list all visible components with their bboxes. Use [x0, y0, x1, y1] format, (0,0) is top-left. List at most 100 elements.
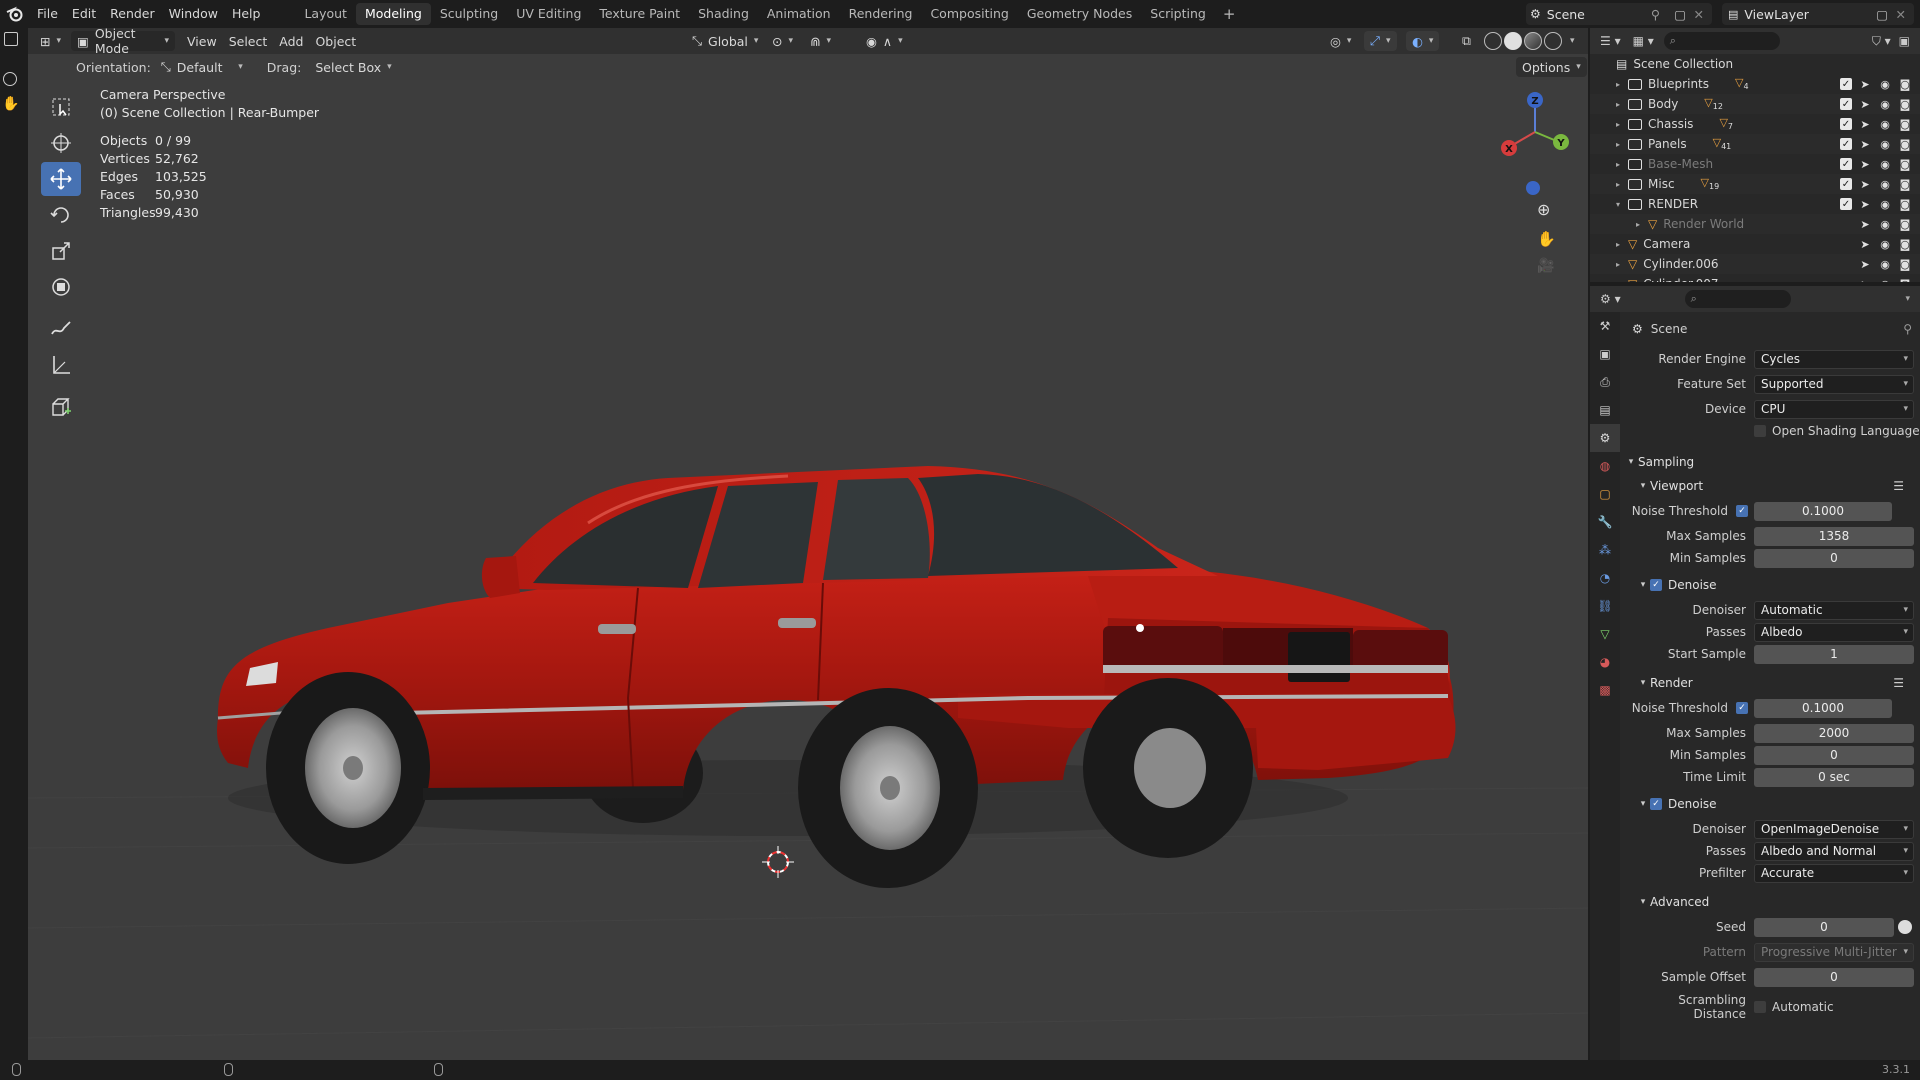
new-scene-icon[interactable]: ▢ — [1674, 7, 1686, 22]
blender-logo-icon[interactable] — [0, 0, 30, 28]
r-time-limit-field[interactable]: 0 sec — [1754, 767, 1914, 787]
camera-render-icon[interactable]: ◙ — [1898, 278, 1912, 283]
vp-noise-threshold-checkbox[interactable]: ✓ — [1736, 505, 1748, 517]
r-min-samples-field[interactable]: 0 — [1754, 745, 1914, 765]
menu-file[interactable]: File — [30, 0, 65, 28]
select-arrow-icon[interactable]: ➤ — [1858, 278, 1872, 283]
transform-tool[interactable] — [41, 270, 81, 304]
r-passes-dropdown[interactable]: Albedo and Normal ▾ — [1754, 841, 1914, 861]
tab-output[interactable]: ⎙ — [1590, 368, 1620, 396]
menu-help[interactable]: Help — [225, 0, 268, 28]
tab-compositing[interactable]: Compositing — [921, 3, 1017, 25]
eye-icon[interactable]: ◉ — [1878, 158, 1892, 171]
camera-render-icon[interactable]: ◙ — [1898, 158, 1912, 171]
tab-constraints[interactable]: ⛓ — [1590, 592, 1620, 620]
outliner-row[interactable]: ▸ Panels ▽41 ✓ ➤ ◉ ◙ — [1590, 134, 1920, 154]
outliner-row[interactable]: ▸ Base-Mesh ✓ ➤ ◉ ◙ — [1590, 154, 1920, 174]
viewport-scene[interactable] — [28, 28, 1588, 1060]
device-dropdown[interactable]: CPU ▾ — [1754, 399, 1914, 419]
expand-arrow-icon[interactable]: ▸ — [1632, 220, 1644, 229]
camera-render-icon[interactable]: ◙ — [1898, 98, 1912, 111]
select-arrow-icon[interactable]: ➤ — [1858, 138, 1872, 151]
select-arrow-icon[interactable]: ➤ — [1858, 198, 1872, 211]
close-icon[interactable]: ✕ — [1694, 7, 1704, 22]
scene-selector[interactable]: ⚙ Scene ⚲ ▢ ✕ — [1526, 3, 1712, 25]
r-denoise-checkbox[interactable]: ✓ — [1650, 798, 1662, 810]
select-arrow-icon[interactable]: ➤ — [1858, 158, 1872, 171]
vp-max-samples-field[interactable]: 1358 — [1754, 526, 1914, 546]
measure-tool[interactable] — [41, 348, 81, 382]
vp-passes-dropdown[interactable]: Albedo ▾ — [1754, 622, 1914, 642]
tab-layout[interactable]: Layout — [295, 3, 356, 25]
vp-denoise-checkbox[interactable]: ✓ — [1650, 579, 1662, 591]
camera-view-icon[interactable]: 🎥 — [1537, 258, 1554, 274]
sample-offset-field[interactable]: 0 — [1754, 967, 1914, 987]
eye-icon[interactable]: ◉ — [1878, 258, 1892, 271]
vp-noise-threshold-field[interactable]: 0.1000 — [1754, 501, 1892, 521]
vp-start-sample-field[interactable]: 1 — [1754, 644, 1914, 664]
expand-arrow-icon[interactable]: ▸ — [1612, 180, 1624, 189]
menu-render[interactable]: Render — [103, 0, 162, 28]
select-arrow-icon[interactable]: ➤ — [1858, 178, 1872, 191]
eye-icon[interactable]: ◉ — [1878, 138, 1892, 151]
select-arrow-icon[interactable]: ➤ — [1858, 98, 1872, 111]
expand-arrow-icon[interactable]: ▸ — [1612, 120, 1624, 129]
eye-icon[interactable]: ◉ — [1878, 98, 1892, 111]
exclude-checkbox[interactable]: ✓ — [1840, 118, 1852, 130]
expand-arrow-icon[interactable]: ▾ — [1612, 200, 1624, 209]
select-box-tool[interactable] — [41, 90, 81, 124]
properties-options-icon[interactable]: ▾ — [1905, 294, 1910, 304]
rotate-tool[interactable] — [41, 198, 81, 232]
outliner-row[interactable]: ▸ Misc ▽19 ✓ ➤ ◉ ◙ — [1590, 174, 1920, 194]
pin-icon[interactable]: ⚲ — [1651, 7, 1660, 22]
eye-icon[interactable]: ◉ — [1878, 78, 1892, 91]
menu-window[interactable]: Window — [162, 0, 225, 28]
add-cube-tool[interactable] — [41, 390, 81, 424]
camera-render-icon[interactable]: ◙ — [1898, 198, 1912, 211]
tab-scripting[interactable]: Scripting — [1141, 3, 1215, 25]
outliner-row[interactable]: ▸ ▽ Render World ➤ ◉ ◙ — [1590, 214, 1920, 234]
outliner-row[interactable]: ▸ ▽ Camera ➤ ◉ ◙ — [1590, 234, 1920, 254]
close-icon[interactable]: ✕ — [1896, 7, 1906, 22]
3d-viewport[interactable]: ⊞ ▾ ▣ Object Mode ▾ View Select Add Object… — [28, 28, 1588, 1060]
r-noise-threshold-checkbox[interactable]: ✓ — [1736, 702, 1748, 714]
tab-shading[interactable]: Shading — [689, 3, 758, 25]
eye-icon[interactable]: ◉ — [1878, 218, 1892, 231]
select-arrow-icon[interactable]: ➤ — [1858, 118, 1872, 131]
camera-render-icon[interactable]: ◙ — [1898, 218, 1912, 231]
seed-field[interactable]: 0 — [1754, 917, 1894, 937]
eye-icon[interactable]: ◉ — [1878, 278, 1892, 283]
tab-rendering[interactable]: Rendering — [840, 3, 922, 25]
navigation-gizmo[interactable]: Z X Y ⊕ ✋ 🎥 — [1493, 86, 1583, 296]
pin-icon[interactable]: ⚲ — [1903, 322, 1912, 336]
osl-checkbox[interactable] — [1754, 425, 1766, 437]
outliner-row[interactable]: ▸ ▽ Cylinder.006 ➤ ◉ ◙ — [1590, 254, 1920, 274]
move-tool[interactable] — [41, 162, 81, 196]
tab-view-layer[interactable]: ▤ — [1590, 396, 1620, 424]
outliner-row[interactable]: ▸ ▽ Cylinder.007 ➤ ◉ ◙ — [1590, 274, 1920, 282]
outliner-search-input[interactable]: ⌕ — [1663, 32, 1780, 50]
annotate-icon[interactable] — [3, 72, 17, 86]
outliner-row[interactable]: ▸ Chassis ▽7 ✓ ➤ ◉ ◙ — [1590, 114, 1920, 134]
tab-tool[interactable]: ⚒ — [1590, 312, 1620, 340]
eye-icon[interactable]: ◉ — [1878, 238, 1892, 251]
exclude-checkbox[interactable]: ✓ — [1840, 98, 1852, 110]
tab-geometry-nodes[interactable]: Geometry Nodes — [1018, 3, 1141, 25]
menu-edit[interactable]: Edit — [65, 0, 103, 28]
cursor-tool[interactable] — [41, 126, 81, 160]
exclude-checkbox[interactable]: ✓ — [1840, 198, 1852, 210]
camera-render-icon[interactable]: ◙ — [1898, 238, 1912, 251]
tab-uv-editing[interactable]: UV Editing — [507, 3, 590, 25]
camera-render-icon[interactable]: ◙ — [1898, 118, 1912, 131]
exclude-checkbox[interactable]: ✓ — [1840, 78, 1852, 90]
tab-texture-paint[interactable]: Texture Paint — [590, 3, 689, 25]
tab-sculpting[interactable]: Sculpting — [431, 3, 507, 25]
tab-render[interactable]: ▣ — [1590, 340, 1620, 368]
expand-arrow-icon[interactable]: ▸ — [1612, 280, 1624, 283]
eye-icon[interactable]: ◉ — [1878, 118, 1892, 131]
editor-type-icon[interactable] — [4, 32, 18, 46]
outliner-row[interactable]: ▾ RENDER ✓ ➤ ◉ ◙ — [1590, 194, 1920, 214]
r-prefilter-dropdown[interactable]: Accurate ▾ — [1754, 863, 1914, 883]
vp-denoise-subpanel-header[interactable]: ▾ ✓ Denoise — [1624, 573, 1920, 597]
camera-render-icon[interactable]: ◙ — [1898, 78, 1912, 91]
